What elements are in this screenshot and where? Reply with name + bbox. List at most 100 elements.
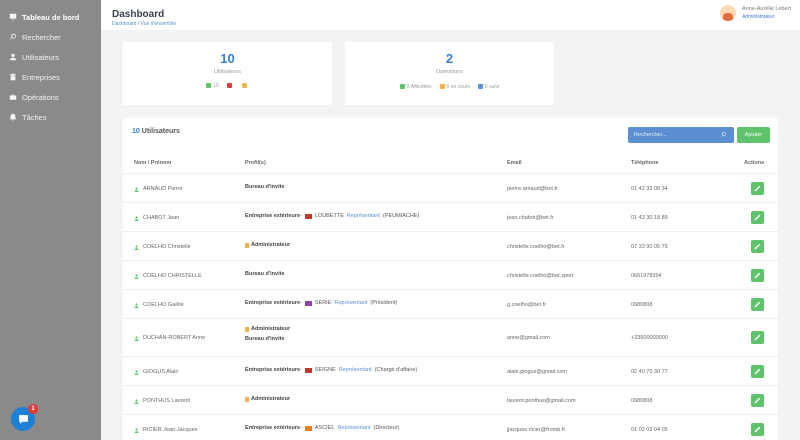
- breadcrumb[interactable]: Dashboard / Vue d'ensemble: [112, 21, 176, 27]
- email-cell: jjacques.ricier@fromb.fr: [507, 427, 566, 433]
- user-name-cell: DUCHAN-ROBERT Anne: [134, 335, 205, 341]
- table-row[interactable]: ARNAUD Pierre Bureau d'invite pierre.arnau…: [123, 173, 778, 202]
- profile-line: Bureau d'invite: [245, 184, 285, 190]
- email-cell: christelle.coelho@bet.fr: [507, 244, 565, 250]
- user-icon: [134, 369, 139, 375]
- company-flag-icon: [304, 300, 312, 306]
- phone-cell: 0980808: [631, 302, 653, 308]
- role-link[interactable]: Représentant: [337, 425, 370, 431]
- table-row[interactable]: COELHO CHRISTELLE Bureau d'invite christel…: [123, 260, 778, 289]
- table-header: Nom / Prénom Profil(s) Email Téléphone A…: [123, 156, 778, 170]
- phone-cell: 0661978394: [631, 273, 662, 279]
- profile-cell: Entreprise extérieure - ASCIEL Représentan…: [245, 425, 399, 435]
- user-red-icon: [226, 83, 232, 89]
- column-profile: Profil(s): [245, 160, 266, 166]
- email-cell: christelle.coelho@bet.sport: [507, 273, 574, 279]
- avatar[interactable]: [720, 5, 737, 21]
- edit-icon: [754, 426, 761, 433]
- edit-button[interactable]: [751, 240, 764, 253]
- operations-stat-in-progress: 0 en cours: [439, 84, 470, 90]
- edit-button[interactable]: [751, 269, 764, 282]
- user-name-cell: CHABOT Jean: [134, 215, 179, 221]
- phone-cell: 01 42 33 08 34: [631, 186, 668, 192]
- sidebar-item-label: Entreprises: [22, 72, 60, 82]
- edit-icon: [754, 368, 761, 375]
- user-role: Administrateur: [742, 14, 775, 20]
- edit-icon: [754, 214, 761, 221]
- role-link[interactable]: Représentant: [347, 213, 380, 219]
- table-row[interactable]: CHABOT Jean Entreprise extérieure - LOUBET…: [123, 202, 778, 231]
- company-flag-icon: [304, 367, 312, 373]
- edit-button[interactable]: [751, 423, 764, 436]
- profile-line: Entreprise extérieure - ASCIEL Représentan…: [245, 425, 400, 431]
- users-stat-orange: [241, 83, 249, 89]
- users-stat-red: [226, 83, 234, 89]
- table-row[interactable]: RICIER Jean-Jacques Entreprise extérieure…: [123, 414, 778, 440]
- profile-line: Entreprise extérieure - SERIE Représentant…: [245, 300, 398, 306]
- column-actions: Actions: [744, 160, 765, 166]
- profile-cell: Administrateur Bureau d'invite: [245, 326, 290, 346]
- profile-cell: Administrateur: [245, 396, 290, 406]
- column-email[interactable]: Email: [507, 160, 522, 166]
- sidebar-item-users[interactable]: Utilisateurs: [0, 47, 101, 67]
- table-row[interactable]: DUCHAN-ROBERT Anne Administrateur Bureau d…: [123, 318, 778, 356]
- profile-line: Bureau d'invite: [245, 271, 285, 277]
- user-icon: [9, 53, 17, 61]
- search-icon[interactable]: [721, 131, 728, 138]
- add-user-button[interactable]: Ajouter: [737, 127, 770, 143]
- profile-cell: Entreprise extérieure - SERIE Représentant…: [245, 300, 397, 310]
- profile-cell: Entreprise extérieure - LOUBETTE Représent…: [245, 213, 419, 223]
- users-stat-count: 10: [220, 51, 235, 66]
- sidebar-item-companies[interactable]: Entreprises: [0, 67, 101, 87]
- sidebar-item-tasks[interactable]: Tâches: [0, 107, 101, 127]
- sidebar-item-dashboard[interactable]: Tableau de bord: [0, 7, 101, 27]
- edit-button[interactable]: [751, 211, 764, 224]
- role-link[interactable]: Représentant: [339, 367, 372, 373]
- edit-icon: [754, 185, 761, 192]
- column-name[interactable]: Nom / Prénom: [134, 160, 171, 166]
- table-row[interactable]: GIOGUS Alain Entreprise extérieure - SEIGN…: [123, 356, 778, 385]
- profile-line: Administrateur: [245, 396, 290, 402]
- sidebar-item-operations[interactable]: Opérations: [0, 87, 101, 107]
- user-name-cell: GIOGUS Alain: [134, 369, 178, 375]
- edit-icon: [754, 243, 761, 250]
- edit-button[interactable]: [751, 365, 764, 378]
- edit-button[interactable]: [751, 394, 764, 407]
- table-row[interactable]: COELHO Gaëlle Entreprise extérieure - SERI…: [123, 289, 778, 318]
- search-input[interactable]: [628, 127, 734, 143]
- edit-button[interactable]: [751, 182, 764, 195]
- sidebar-item-search[interactable]: Rechercher: [0, 27, 101, 47]
- edit-button[interactable]: [751, 298, 764, 311]
- briefcase-icon: [9, 93, 17, 101]
- user-name-cell: ARNAUD Pierre: [134, 186, 182, 192]
- operations-stat-followed: 0 suivi: [477, 84, 499, 90]
- monitor-icon: [9, 13, 17, 21]
- edit-button[interactable]: [751, 331, 764, 344]
- users-stat-label: Utilisateurs: [213, 69, 242, 75]
- operations-stat-affected: 2 Affectées: [399, 84, 432, 90]
- user-name-cell: PONTHUS Laurent: [134, 398, 190, 404]
- sidebar-item-label: Opérations: [22, 92, 59, 102]
- profile-line: Entreprise extérieure - LOUBETTE Représent…: [245, 213, 420, 219]
- users-stat-card[interactable]: 10 Utilisateurs 10: [123, 42, 332, 105]
- table-row[interactable]: PONTHUS Laurent Administrateur laurent.pon…: [123, 385, 778, 414]
- chat-icon: [18, 414, 28, 424]
- phone-cell: +33600000000: [631, 335, 668, 341]
- email-cell: g.coelho@bet.fr: [507, 302, 546, 308]
- users-panel-title: 10 Utilisateurs: [132, 128, 180, 135]
- table-row[interactable]: COELHO Christelle Administrateur christell…: [123, 231, 778, 260]
- search-icon: [9, 33, 17, 41]
- email-cell: alain.giogus@gmail.com: [507, 369, 568, 375]
- email-cell: laurent.ponthus@gmail.com: [507, 398, 576, 404]
- phone-cell: 0980808: [631, 398, 653, 404]
- column-phone: Téléphone: [631, 160, 659, 166]
- user-name: Anne-Aurélie Lebert: [742, 6, 791, 12]
- topbar: Dashboard Dashboard / Vue d'ensemble Ann…: [101, 0, 800, 30]
- phone-cell: 01 02 03 04 05: [631, 427, 668, 433]
- user-menu[interactable]: Anne-Aurélie Lebert Administrateur: [720, 5, 791, 21]
- page-title: Dashboard: [112, 9, 165, 20]
- user-icon: [134, 273, 139, 279]
- sidebar: Tableau de bord Rechercher Utilisateurs …: [0, 0, 101, 440]
- operations-stat-card[interactable]: 2 Opérations 2 Affectées 0 en cours 0 su…: [345, 42, 554, 105]
- role-link[interactable]: Représentant: [334, 300, 367, 306]
